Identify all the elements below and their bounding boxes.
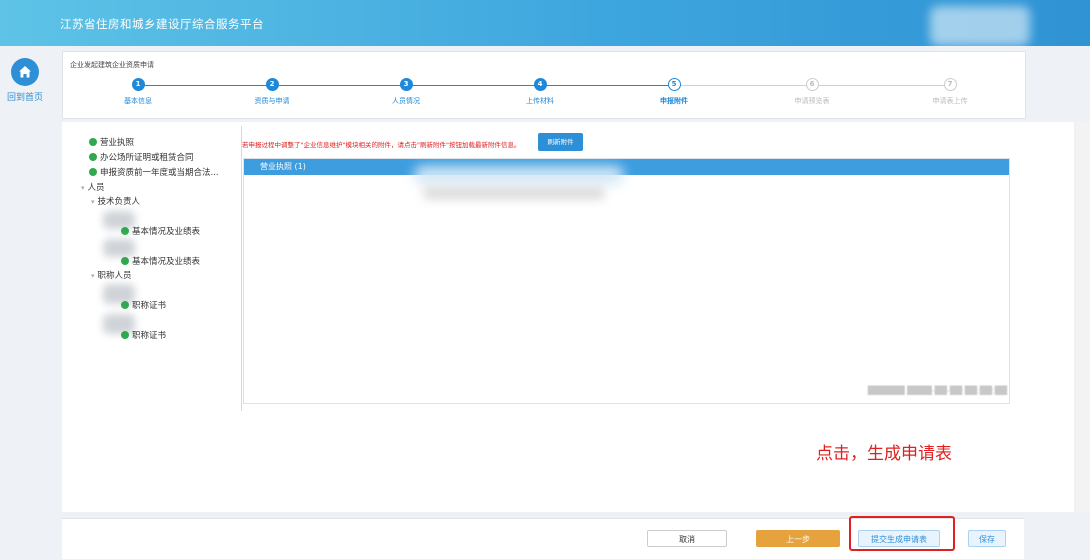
check-circle-icon (89, 138, 97, 146)
check-circle-icon (89, 153, 97, 161)
step-7[interactable]: 7 申请表上传 (890, 78, 1010, 106)
cancel-button[interactable]: 取消 (647, 530, 727, 547)
tree-item-title-certificate-2[interactable]: 职称证书 (121, 329, 166, 341)
tree-item-label: 职称证书 (132, 331, 167, 341)
tree-node-label: 职称人员 (97, 271, 132, 281)
check-circle-icon (121, 257, 129, 265)
step-label: 人员情况 (392, 97, 420, 105)
user-info-blurred[interactable] (930, 6, 1030, 46)
step-1[interactable]: 1 基本信息 (78, 78, 198, 106)
vertical-scrollbar[interactable] (1076, 122, 1090, 512)
caret-down-icon: ▾ (91, 272, 95, 280)
tree-item-label: 基本情况及业绩表 (132, 227, 201, 237)
step-label: 申请表上传 (932, 97, 968, 105)
step-label: 申报附件 (660, 97, 688, 105)
tree-item-annual-report[interactable]: 申报资质前一年度或当期合法... (89, 166, 219, 178)
tree-node-label: 人员 (87, 183, 105, 193)
tree-item-office-proof[interactable]: 办公场所证明或租赁合同 (89, 151, 194, 163)
tree-node-tech-lead[interactable]: ▾ 技术负责人 (91, 195, 140, 207)
tree-item-business-license[interactable]: 营业执照 (89, 136, 134, 148)
check-circle-icon (121, 331, 129, 339)
refresh-attachments-button[interactable]: 刷新附件 (538, 133, 583, 151)
step-label: 申请预览表 (794, 97, 830, 105)
blurred-content (414, 166, 624, 184)
caret-down-icon: ▾ (91, 198, 95, 206)
divider (241, 126, 242, 411)
tree-item-title-certificate-1[interactable]: 职称证书 (121, 299, 166, 311)
step-6[interactable]: 6 申请预览表 (752, 78, 872, 106)
tree-item-tech-lead-form-1[interactable]: 基本情况及业绩表 (121, 225, 200, 237)
tree-item-label: 职称证书 (132, 301, 167, 311)
panel-title: 营业执照 (1) (244, 159, 1009, 175)
tree-item-label: 申报资质前一年度或当期合法... (100, 168, 219, 178)
step-number: 3 (399, 78, 413, 91)
step-number: 7 (943, 78, 957, 91)
tree-node-titled-staff[interactable]: ▾ 职称人员 (91, 269, 132, 281)
annotation-text: 点击，生成申请表 (816, 444, 952, 464)
home-button[interactable]: 回到首页 (4, 58, 46, 103)
attachment-panel: 营业执照 (1) ██████ ████-██-██ ██:██:██ (243, 158, 1010, 404)
step-label: 上传材料 (526, 97, 554, 105)
step-label: 基本信息 (124, 97, 152, 105)
step-number: 2 (265, 78, 279, 91)
tree-item-label: 营业执照 (100, 138, 135, 148)
home-label: 回到首页 (6, 93, 43, 103)
wizard-steps: 企业发起建筑企业资质申请 1 基本信息 2 资质与申请 3 人员情况 4 上传材… (62, 51, 1026, 119)
step-3[interactable]: 3 人员情况 (346, 78, 466, 106)
check-circle-icon (121, 227, 129, 235)
breadcrumb: 企业发起建筑企业资质申请 (70, 61, 154, 69)
save-button[interactable]: 保存 (968, 530, 1006, 547)
caret-down-icon: ▾ (81, 184, 85, 192)
step-number: 6 (805, 78, 819, 91)
tree-item-tech-lead-form-2[interactable]: 基本情况及业绩表 (121, 255, 200, 267)
upload-timestamp-blurred: ██████ ████-██-██ ██:██:██ (867, 386, 1007, 395)
step-number: 5 (667, 78, 681, 91)
step-number: 4 (533, 78, 547, 91)
step-4[interactable]: 4 上传材料 (480, 78, 600, 106)
tree-node-personnel[interactable]: ▾ 人员 (81, 181, 105, 193)
tree-item-label: 办公场所证明或租赁合同 (100, 153, 194, 163)
tree-node-label: 技术负责人 (97, 197, 141, 207)
home-icon (11, 58, 39, 86)
annotation-highlight-box (849, 516, 955, 551)
step-5[interactable]: 5 申报附件 (614, 78, 734, 106)
step-2[interactable]: 2 资质与申请 (212, 78, 332, 106)
top-bar: 江苏省住房和城乡建设厅综合服务平台 (0, 0, 1090, 46)
tree-item-label: 基本情况及业绩表 (132, 257, 201, 267)
check-circle-icon (121, 301, 129, 309)
check-circle-icon (89, 168, 97, 176)
refresh-notice: 若申报过程中调整了"企业信息维护"模块相关的附件，请点击"刷新附件"按钮加载最新… (242, 141, 521, 149)
step-number: 1 (131, 78, 145, 91)
prev-step-button[interactable]: 上一步 (756, 530, 840, 547)
app-title: 江苏省住房和城乡建设厅综合服务平台 (60, 17, 264, 31)
blurred-content (424, 187, 604, 199)
step-label: 资质与申请 (254, 97, 290, 105)
